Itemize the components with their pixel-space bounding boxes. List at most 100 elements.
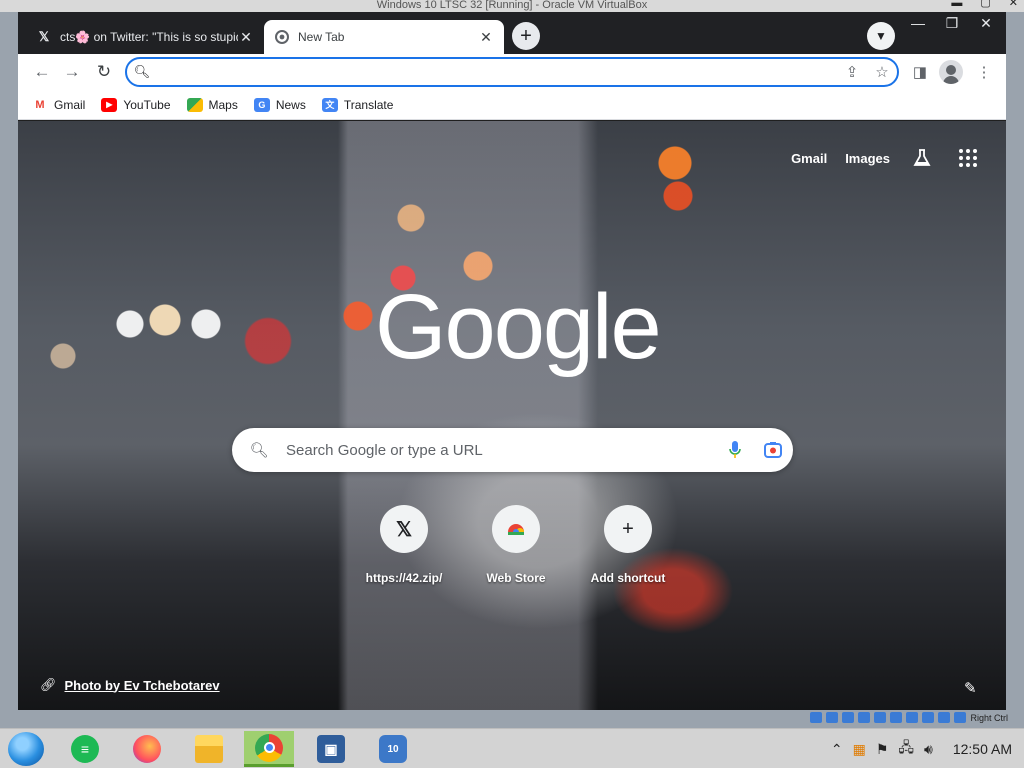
guest-desktop-left <box>0 12 18 720</box>
tab-search-button[interactable]: ▼ <box>867 22 895 50</box>
host-title-bar: Windows 10 LTSC 32 [Running] - Oracle VM… <box>0 0 1024 12</box>
close-icon[interactable]: ✕ <box>478 29 494 45</box>
forward-button[interactable]: → <box>58 58 86 86</box>
gmail-link[interactable]: Gmail <box>791 151 827 166</box>
bookmark-news[interactable]: G News <box>253 97 306 112</box>
side-panel-icon: ◨ <box>912 64 928 81</box>
taskbar-app-firefox[interactable] <box>122 731 172 767</box>
chevron-down-icon: ▼ <box>875 29 887 43</box>
microphone-icon[interactable] <box>717 440 753 460</box>
start-button[interactable] <box>8 732 44 766</box>
translate-icon: 文 <box>321 97 338 112</box>
ntp-search-box[interactable]: 🔍︎ <box>232 428 793 472</box>
host-key-label: Right Ctrl <box>970 712 1008 723</box>
display-icon[interactable] <box>906 712 919 723</box>
maps-icon <box>186 97 203 112</box>
bookmark-translate[interactable]: 文 Translate <box>321 97 393 112</box>
arrow-left-icon: ← <box>33 62 51 81</box>
news-icon: G <box>253 97 270 112</box>
link-icon: 🔗︎ <box>40 677 57 692</box>
bookmark-label: YouTube <box>123 97 171 112</box>
system-tray: ⌃ ▦ ⚑ 🖧︎ 🔊︎ 12:50 AM <box>831 729 1012 768</box>
bookmark-label: Gmail <box>54 97 86 112</box>
tab-new-tab[interactable]: New Tab ✕ <box>264 20 504 54</box>
shared-folder-icon[interactable] <box>890 712 903 723</box>
profile-avatar[interactable] <box>939 60 963 84</box>
bookmark-label: News <box>275 97 306 112</box>
shortcut-web-store[interactable]: Web Store <box>460 505 572 585</box>
host-window-controls: ▬ ▢ ✕ <box>951 0 1018 9</box>
photo-attribution[interactable]: 🔗︎ Photo by Ev Tchebotarev <box>40 677 220 693</box>
attribution-text: Photo by Ev Tchebotarev <box>64 677 220 693</box>
storage-icon[interactable] <box>810 712 823 723</box>
google-lens-icon[interactable] <box>753 441 793 459</box>
guest-desktop-right <box>1006 12 1024 720</box>
optical-drive-icon[interactable] <box>826 712 839 723</box>
tab-title: cts🌸 on Twitter: "This is so stupid <box>60 30 238 44</box>
cpu-icon[interactable] <box>938 712 951 723</box>
search-icon: 🔍︎ <box>249 442 269 459</box>
close-window-icon[interactable]: ✕ <box>976 15 996 32</box>
host-minimize-icon[interactable]: ▬ <box>951 0 962 9</box>
bookmark-youtube[interactable]: ▶ YouTube <box>101 97 171 112</box>
new-tab-button[interactable]: + <box>512 22 540 50</box>
host-close-icon[interactable]: ✕ <box>1009 0 1018 9</box>
usb-icon[interactable] <box>874 712 887 723</box>
flag-icon[interactable]: ⚑ <box>876 741 889 758</box>
mouse-integration-icon[interactable] <box>954 712 967 723</box>
bookmark-gmail[interactable]: M Gmail <box>32 98 85 112</box>
windows-vm-icon: 10 <box>379 735 407 763</box>
tab-twitter[interactable]: 𝕏 cts🌸 on Twitter: "This is so stupid ✕ <box>26 20 264 54</box>
x-icon: 𝕏 <box>380 505 428 553</box>
share-icon[interactable]: ⇪ <box>837 63 867 81</box>
host-title: Windows 10 LTSC 32 [Running] - Oracle VM… <box>376 0 648 11</box>
audio-icon[interactable] <box>842 712 855 723</box>
chevron-up-icon[interactable]: ⌃ <box>831 741 843 758</box>
bookmark-star-icon[interactable]: ☆ <box>867 63 897 81</box>
notes-icon: ≡ <box>71 735 99 763</box>
close-icon[interactable]: ✕ <box>238 29 254 45</box>
taskbar-app-chrome[interactable] <box>244 731 294 767</box>
arrow-right-icon: → <box>63 62 81 81</box>
images-link[interactable]: Images <box>845 151 890 166</box>
taskbar-app-windows-vm[interactable]: 10 <box>368 731 418 767</box>
taskbar-app-virtualbox[interactable]: ▣ <box>306 731 356 767</box>
labs-flask-icon[interactable] <box>908 144 936 172</box>
restore-icon[interactable]: ❐ <box>942 15 962 32</box>
folder-icon <box>195 735 223 763</box>
update-icon[interactable]: ▦ <box>853 741 866 758</box>
volume-icon[interactable]: 🔊︎ <box>924 741 933 758</box>
shortcuts: 𝕏 https://42.zip/ Web Store + Add shortc… <box>348 505 684 585</box>
shortcut-label: Add shortcut <box>590 571 666 585</box>
ntp-search-input[interactable] <box>286 441 717 459</box>
minimize-icon[interactable]: — <box>908 15 928 31</box>
tab-title: New Tab <box>298 30 345 44</box>
shortcut-42zip[interactable]: 𝕏 https://42.zip/ <box>348 505 460 585</box>
menu-button[interactable]: ⋮ <box>970 58 998 86</box>
taskbar-app-notes[interactable]: ≡ <box>60 731 110 767</box>
customize-pencil-icon[interactable]: ✎ <box>964 679 977 697</box>
chrome-icon <box>274 29 290 45</box>
network-icon[interactable] <box>858 712 871 723</box>
x-icon: 𝕏 <box>38 29 50 44</box>
taskbar-app-file-explorer[interactable] <box>184 731 234 767</box>
plus-icon: + <box>520 24 532 47</box>
clock[interactable]: 12:50 AM <box>953 741 1012 757</box>
taskbar: ≡ ▣ 10 ⌃ ▦ ⚑ 🖧︎ 🔊︎ 12:50 AM <box>0 728 1024 768</box>
address-input[interactable] <box>157 60 837 84</box>
network-icon[interactable]: 🖧︎ <box>898 737 914 761</box>
apps-grid-icon[interactable] <box>954 144 982 172</box>
chrome-window: 𝕏 cts🌸 on Twitter: "This is so stupid ✕ … <box>18 12 1006 710</box>
reload-button[interactable]: ↻ <box>90 58 118 86</box>
youtube-icon: ▶ <box>101 97 118 112</box>
virtualbox-icon: ▣ <box>317 735 345 763</box>
bookmark-maps[interactable]: Maps <box>186 97 238 112</box>
recording-icon[interactable] <box>922 712 935 723</box>
omnibox[interactable]: 🔍︎ ⇪ ☆ <box>125 57 899 87</box>
chrome-icon <box>255 733 283 762</box>
back-button[interactable]: ← <box>28 58 56 86</box>
host-maximize-icon[interactable]: ▢ <box>980 0 990 9</box>
side-panel-button[interactable]: ◨ <box>906 58 934 86</box>
shortcut-label: https://42.zip/ <box>365 571 443 585</box>
shortcut-add[interactable]: + Add shortcut <box>572 505 684 585</box>
